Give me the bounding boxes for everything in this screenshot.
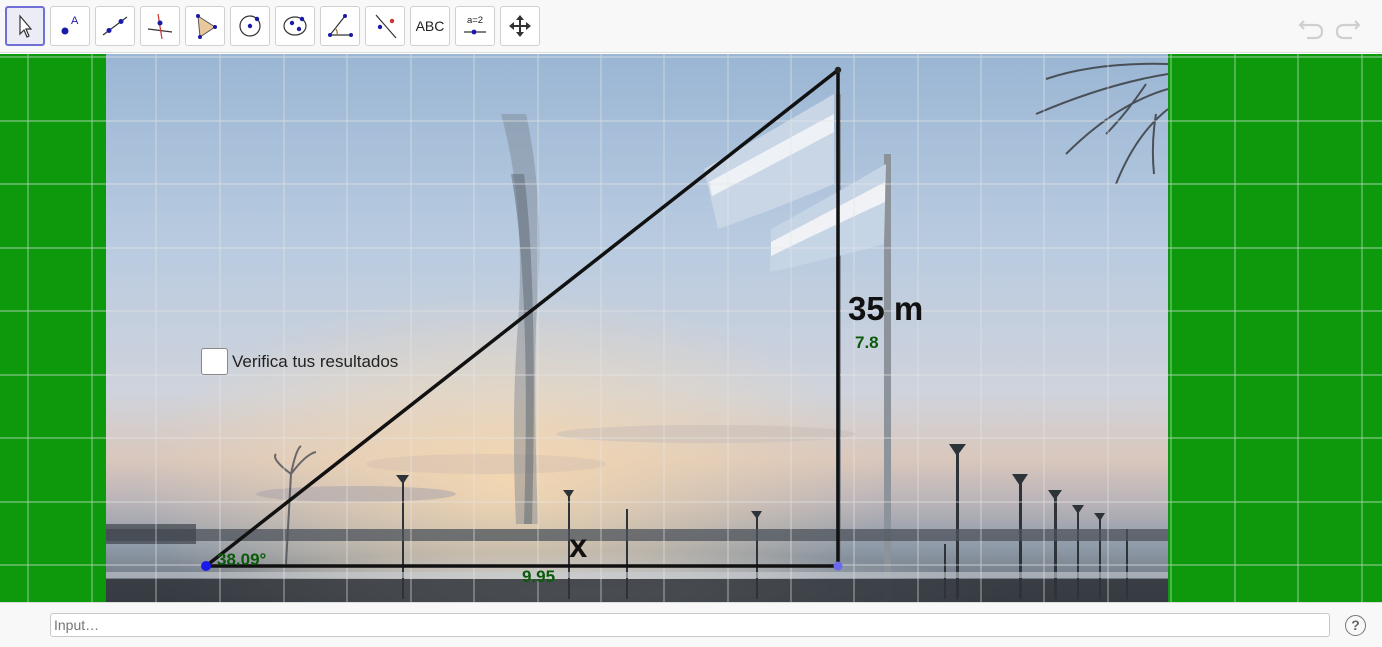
- line-icon: [102, 16, 128, 36]
- perpendicular-line-icon: [147, 13, 173, 40]
- point-c[interactable]: [834, 66, 842, 74]
- perpendicular-line-tool-button[interactable]: [140, 6, 180, 46]
- base-label: x: [569, 527, 588, 564]
- height-label: 35 m: [848, 290, 924, 327]
- polygon-icon: [196, 14, 217, 39]
- move-arrows-icon: [509, 15, 531, 37]
- text-tool-button[interactable]: ABC: [410, 6, 450, 46]
- base-value: 9.95: [522, 567, 556, 586]
- point-tool-button[interactable]: A: [50, 6, 90, 46]
- verify-results-label: Verifica tus resultados: [232, 351, 399, 371]
- slider-tool-button[interactable]: a=2: [455, 6, 495, 46]
- svg-text:A: A: [71, 15, 79, 27]
- circle-tool-button[interactable]: [230, 6, 270, 46]
- ellipse-icon: [283, 16, 307, 36]
- text-tool-label: ABC: [415, 18, 445, 34]
- point-icon: A: [61, 15, 79, 35]
- toolbar: A ABC a=2: [0, 0, 1382, 53]
- angle-value: 38.09°: [217, 550, 267, 569]
- circle-icon: [239, 15, 261, 37]
- input-area: ?: [0, 602, 1382, 647]
- help-icon[interactable]: ?: [1345, 615, 1366, 636]
- angle-icon: [328, 14, 353, 37]
- point-a[interactable]: [201, 561, 211, 571]
- move-graphics-view-tool-button[interactable]: [500, 6, 540, 46]
- polygon-tool-button[interactable]: [185, 6, 225, 46]
- angle-tool-button[interactable]: [320, 6, 360, 46]
- algebra-input[interactable]: [50, 613, 1330, 637]
- reflect-icon: [375, 14, 397, 39]
- point-b[interactable]: [833, 561, 843, 571]
- verify-results-checkbox[interactable]: [201, 348, 228, 375]
- reflect-tool-button[interactable]: [365, 6, 405, 46]
- redo-icon[interactable]: [1333, 12, 1363, 42]
- grid-lines: [0, 54, 1382, 602]
- hypotenuse-segment: [204, 68, 840, 568]
- right-triangle: [201, 66, 843, 571]
- move-tool-button[interactable]: [5, 6, 45, 46]
- graphics-view[interactable]: Verifica tus resultados 35 m x 7.8 9.95 …: [0, 54, 1382, 602]
- verify-results-control[interactable]: Verifica tus resultados: [201, 348, 398, 375]
- slider-icon: a=2: [464, 15, 486, 35]
- geometry-layer: [0, 54, 1382, 602]
- ellipse-tool-button[interactable]: [275, 6, 315, 46]
- undo-icon[interactable]: [1296, 12, 1326, 42]
- line-tool-button[interactable]: [95, 6, 135, 46]
- height-value: 7.8: [855, 333, 879, 352]
- cursor-arrow-icon: [19, 14, 33, 38]
- slider-tool-label: a=2: [467, 15, 483, 26]
